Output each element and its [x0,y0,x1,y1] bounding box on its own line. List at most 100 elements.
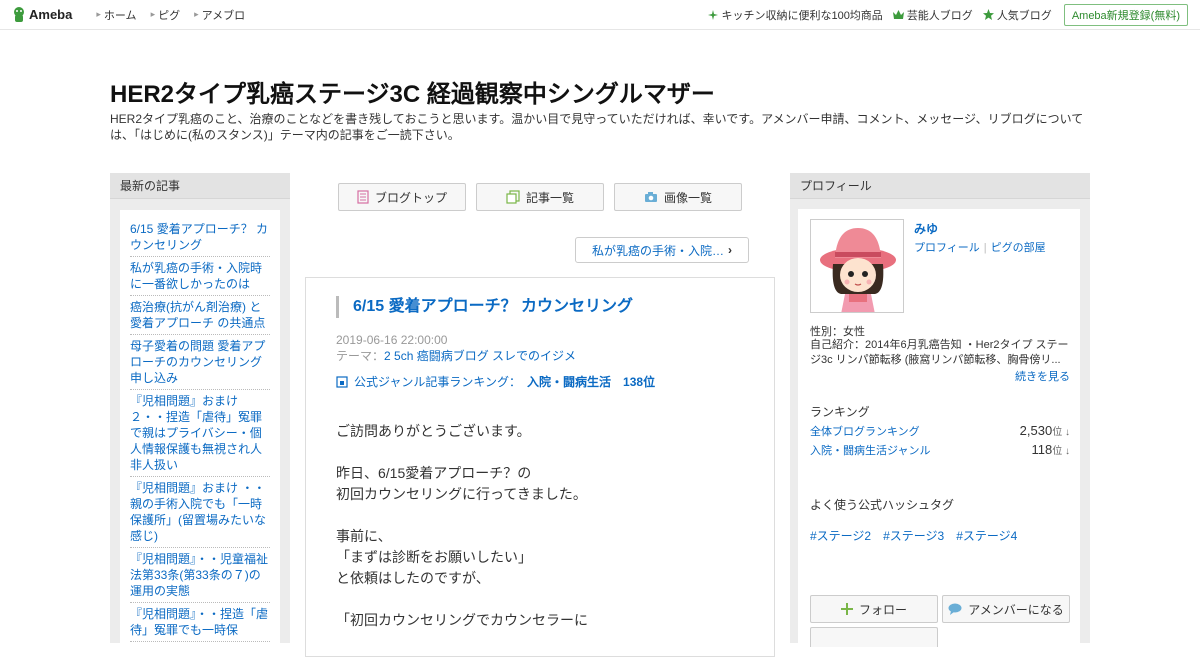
avatar[interactable] [810,219,904,313]
register-button[interactable]: Ameba新規登録(無料) [1063,3,1188,26]
recent-post-item[interactable]: 私が乳癌の手術・入院時に一番欲しかったのは [130,257,270,296]
document-icon [357,190,369,204]
article-theme: テーマ：2 5ch 癌闘病ブログ スレでのイジメ [336,348,576,364]
nav-label: ピグ [158,9,181,22]
body-line: 「初回カウンセリングでカウンセラーに [336,612,588,628]
next-post-label: 私が乳癌の手術・入院… [591,243,724,258]
ranking-unit: 位 ↓ [1052,427,1070,438]
recent-posts-list: 6/15 愛着アプローチ？ カウンセリング 私が乳癌の手術・入院時に一番欲しかっ… [120,210,280,650]
nav-pigg[interactable]: ▸ ピグ [151,7,181,23]
profile-sidebar: プロフィール みゆ プロフィール | ピグの部屋 性別：女性 自己紹介：2014年6… [790,173,1090,649]
separator: | [983,242,987,254]
nav-label: ホーム [103,9,137,22]
recent-post-item[interactable]: 癌治療(抗がん剤治療) と 愛着アプローチ の共通点 [130,296,270,335]
chevron-right-icon: ▸ [150,9,156,19]
ranking-row-value: 2,530位 ↓ [1020,423,1070,438]
recent-post-item[interactable]: 『児相問題』おまけ ・・親の手術入院でも「一時保護所」(留置場みたいな感じ) [130,477,270,548]
recent-post-item[interactable]: 『児相問題』・・児童福祉法第33条(第33条の７)の運用の実態 [130,548,270,603]
nav-home[interactable]: ▸ ホーム [96,7,136,23]
top-bar: Ameba ▸ ホーム ▸ ピグ ▸ アメブロ キッチン収納に便利な100均商品 芸能… [0,0,1200,30]
hashtag-link[interactable]: #ステージ2 [810,527,871,544]
ranking-number: 118 [1031,442,1053,457]
hashtag-heading: よく使う公式ハッシュタグ [810,498,955,512]
tab-label: 記事一覧 [525,190,574,205]
article-date: 2019-06-16 22:00:00 [336,333,448,347]
ameba-logo-icon [14,6,24,22]
image-list-button[interactable]: 画像一覧 [614,183,742,211]
follow-button[interactable]: フォロー [810,595,938,623]
recent-post-item[interactable]: 母子愛着の問題 愛着アプローチのカウンセリング申し込み [130,335,270,390]
sparkle-icon [708,9,719,20]
body-line: と依頼はしたのですが、 [336,570,490,586]
ranking-heading: ランキング [810,405,870,419]
blog-top-button[interactable]: ブログトップ [338,183,466,211]
hashtag-list: #ステージ2 #ステージ3 #ステージ4 [810,527,1029,544]
hashtag-link[interactable]: #ステージ3 [883,527,944,544]
amember-icon [948,603,962,615]
recent-post-item[interactable]: 6/15 愛着アプローチ？ カウンセリング [130,218,270,257]
logo-text: Ameba [29,7,73,22]
profile-box: みゆ プロフィール | ピグの部屋 性別：女性 自己紹介：2014年6月乳癌告知 ・… [798,209,1080,649]
blog-title[interactable]: HER2タイプ乳癌ステージ3C 経過観察中シングルマザー [110,74,715,109]
genre-ranking[interactable]: 公式ジャンル記事ランキング： 入院・闘病生活 138位 [336,373,655,390]
ranking-row-value: 118位 ↓ [1031,442,1070,457]
body-line: 「まずは診断をお願いしたい」 [336,549,532,565]
top-right-links: キッチン収納に便利な100均商品 芸能人ブログ 人気ブログ Ameba新規登録(… [698,3,1188,26]
body-line: ご訪問ありがとうございます。 [336,423,531,439]
profile-link[interactable]: プロフィール [914,242,980,254]
ranking-number: 2,530 [1019,423,1053,438]
plus-icon [840,603,853,615]
ranking-row-label: 全体ブログランキング [810,426,920,438]
link-kitchen[interactable]: キッチン収納に便利な100均商品 [708,7,883,23]
star-icon [982,9,994,20]
link-label: キッチン収納に便利な100均商品 [721,9,883,22]
recent-post-item[interactable]: 『児相問題』・・捏造「虐待」冤罪でも一時保 [130,603,270,642]
post-list-button[interactable]: 記事一覧 [476,183,604,211]
profile-intro: 自己紹介：2014年6月乳癌告知 ・Her2タイプ ステージ3c リンパ節転移 … [810,339,1069,366]
ranking-icon [336,375,348,388]
tab-label: ブログトップ [374,190,447,205]
body-line [336,505,588,526]
amember-label: アメンバーになる [968,602,1064,617]
recent-post-item[interactable]: 『児相問題』おまけ２・・捏造「虐待」冤罪で親はプライバシー・個人情報保護も無視さ… [130,390,270,477]
article-title[interactable]: 6/15 愛着アプローチ？ カウンセリング [336,296,633,318]
amember-button[interactable]: アメンバーになる [942,595,1070,623]
tab-label: 画像一覧 [663,190,712,205]
link-popular-blog[interactable]: 人気ブログ [982,7,1052,23]
read-more-link[interactable]: 続きを見る [1015,368,1070,384]
chevron-right-icon: ▸ [194,9,199,19]
ameba-logo[interactable]: Ameba [12,6,72,24]
profile-name[interactable]: みゆ [914,220,938,237]
crown-icon [892,10,904,19]
body-line [336,442,588,463]
link-label: 芸能人ブログ [906,9,973,22]
ranking-unit: 位 ↓ [1052,446,1070,457]
article: 6/15 愛着アプローチ？ カウンセリング 2019-06-16 22:00:0… [305,277,775,657]
body-line: 事前に、 [336,528,392,544]
ranking-row[interactable]: 全体ブログランキング 2,530位 ↓ [810,423,1070,439]
chevron-right-icon: ▸ [96,9,101,19]
avatar-image [820,228,896,312]
profile-heading: プロフィール [790,173,1090,199]
copy-icon [506,190,520,204]
theme-link[interactable]: 2 5ch 癌闘病ブログ スレでのイジメ [384,349,576,363]
ranking-row-label: 入院・闘病生活ジャンル [810,445,931,457]
camera-icon [644,192,657,202]
link-label: 人気ブログ [996,9,1052,22]
next-post-link[interactable]: 私が乳癌の手術・入院… › [575,237,749,263]
ranking-row[interactable]: 入院・闘病生活ジャンル 118位 ↓ [810,442,1070,458]
body-line: 昨日、6/15愛着アプローチ？の [336,465,532,481]
article-meta: 2019-06-16 22:00:00 テーマ：2 5ch 癌闘病ブログ スレで… [336,332,576,364]
link-celebrity-blog[interactable]: 芸能人ブログ [892,7,973,23]
top-nav: ▸ ホーム ▸ ピグ ▸ アメブロ [82,7,245,23]
pigg-room-link[interactable]: ピグの部屋 [991,242,1046,254]
ranking-genre: 入院・闘病生活 138位 [527,375,656,389]
nav-label: アメブロ [201,9,246,22]
body-line: 初回カウンセリングに行ってきました。 [336,486,587,502]
article-body: ご訪問ありがとうございます。 昨日、6/15愛着アプローチ？の 初回カウンセリン… [336,421,588,631]
hashtag-link[interactable]: #ステージ4 [956,527,1017,544]
chevron-right-icon: › [728,243,732,257]
nav-ameblo[interactable]: ▸ アメブロ [194,7,245,23]
ranking-label: 公式ジャンル記事ランキング： [354,375,522,389]
secondary-button[interactable] [810,627,938,647]
